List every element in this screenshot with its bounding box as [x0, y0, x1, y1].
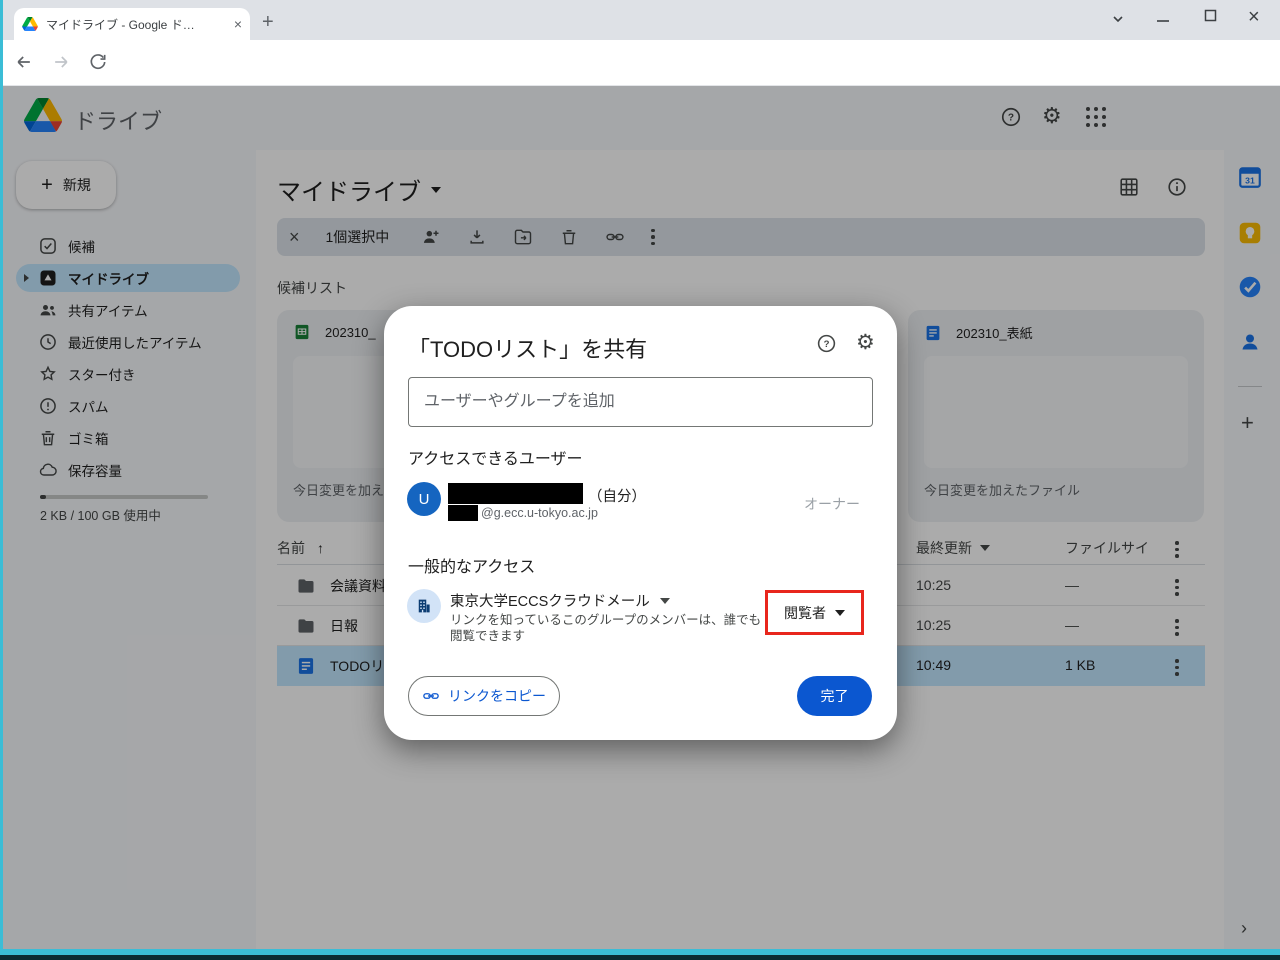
forward-icon[interactable] — [51, 52, 71, 72]
tab-search-chevron-icon[interactable] — [1110, 11, 1126, 27]
link-icon — [422, 687, 440, 705]
browser-toolbar: drive.google.com/drive/my-drive U — [0, 40, 1280, 119]
reload-icon[interactable] — [88, 52, 108, 72]
role-value: 閲覧者 — [784, 604, 826, 621]
screen-share-border-left — [0, 0, 3, 960]
tab-close-icon[interactable]: × — [234, 17, 242, 31]
taskbar-edge — [0, 955, 1280, 960]
group-name: 東京大学ECCSクラウドメール — [450, 594, 650, 610]
drive-favicon — [22, 17, 38, 31]
window-close-button[interactable]: × — [1248, 6, 1260, 29]
copy-link-label: リンクをコピー — [448, 688, 546, 704]
tab-title: マイドライブ - Google ドライブ — [46, 17, 206, 32]
share-dialog: 「TODOリスト」を共有 ? ⚙ アクセスできるユーザー U （自分） @g.e… — [384, 306, 897, 740]
app-window: マイドライブ - Google ドライブ × + × drive.googl — [0, 0, 1280, 960]
organization-circle — [407, 589, 441, 623]
general-access-label: 一般的なアクセス — [408, 559, 536, 576]
window-maximize-button[interactable] — [1204, 9, 1217, 22]
building-icon — [418, 599, 430, 613]
dialog-settings-gear-icon[interactable]: ⚙ — [856, 330, 875, 355]
redacted-email-prefix — [448, 505, 478, 521]
copy-link-button[interactable]: リンクをコピー — [408, 676, 560, 716]
owner-avatar: U — [407, 482, 441, 516]
access-section-label: アクセスできるユーザー — [408, 451, 583, 468]
role-dropdown-highlighted[interactable]: 閲覧者 — [765, 590, 864, 635]
owner-email-domain: @g.ecc.u-tokyo.ac.jp — [481, 506, 598, 520]
browser-tab[interactable]: マイドライブ - Google ドライブ × — [14, 8, 250, 40]
group-access-description: リンクを知っているこのグループのメンバーは、誰でも閲覧できます — [450, 613, 762, 643]
new-tab-button[interactable]: + — [262, 12, 274, 32]
add-people-input[interactable] — [408, 377, 873, 427]
done-button[interactable]: 完了 — [797, 676, 872, 716]
share-dialog-title: 「TODOリスト」を共有 — [408, 337, 648, 362]
group-access-row[interactable]: 東京大学ECCSクラウドメール — [450, 590, 670, 611]
browser-tab-strip: マイドライブ - Google ドライブ × + × — [0, 0, 1280, 40]
chevron-down-icon — [835, 609, 845, 616]
chevron-down-icon — [659, 597, 670, 604]
redacted-owner-name — [448, 483, 583, 504]
window-minimize-button[interactable] — [1156, 14, 1170, 24]
owner-role-label: オーナー — [804, 496, 860, 512]
svg-text:?: ? — [824, 339, 830, 350]
owner-self-label: （自分） — [588, 489, 646, 505]
back-icon[interactable] — [14, 52, 34, 72]
dialog-help-icon[interactable]: ? — [816, 333, 837, 354]
